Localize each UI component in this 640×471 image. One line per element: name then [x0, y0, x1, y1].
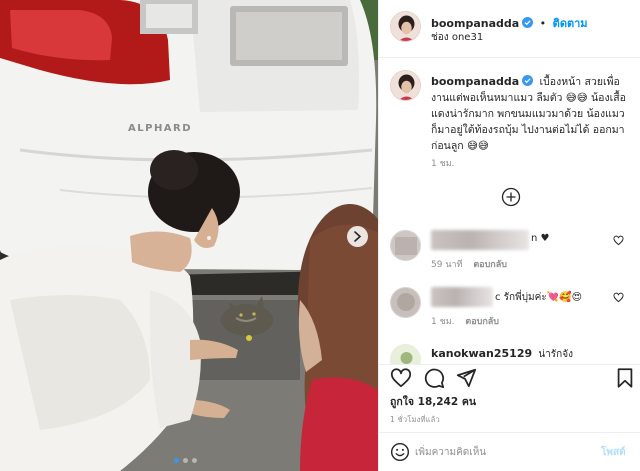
header-separator: • [539, 17, 547, 30]
like-comment-heart-icon[interactable] [613, 292, 624, 303]
carousel-indicator [174, 458, 197, 463]
comments-section: boompanadda เบื้องหน้า สวยเพื่องานแต่พอเ… [379, 58, 640, 364]
comment-time: 1 ชม. [431, 317, 455, 327]
reply-button[interactable]: ตอบกลับ [473, 260, 507, 270]
avatar-image-blurred [391, 231, 420, 260]
avatar[interactable] [390, 287, 421, 318]
comment-body: c รักพี่บุ่มค่ะ💘🥰😍 [495, 292, 583, 303]
comment-item: c รักพี่บุ่มค่ะ💘🥰😍 1 ชม. ตอบกลับ [379, 287, 640, 339]
next-slide-button[interactable] [347, 226, 368, 247]
blurred-username [431, 287, 493, 307]
avatar[interactable] [390, 230, 421, 261]
carousel-dot [183, 458, 188, 463]
emoji-smiley-icon[interactable] [390, 442, 410, 462]
like-heart-icon[interactable] [390, 367, 412, 389]
car-badge-text: ALPHARD [128, 123, 192, 134]
comment-input[interactable] [415, 441, 595, 463]
verified-badge-icon [522, 75, 534, 86]
add-comment-bar: โพสต์ [379, 432, 640, 471]
post-location[interactable]: ช่อง one31 [431, 30, 483, 45]
post-photo: ALPHARD [0, 0, 378, 471]
comment-text: n ♥ [431, 230, 550, 250]
comment-body: n ♥ [531, 233, 550, 244]
comment-body: น่ารักจัง [538, 349, 573, 360]
post-action-bar: ถูกใจ 18,242 คน 1 ชั่วโมงที่แล้ว [379, 364, 640, 432]
comment-username[interactable]: kanokwan25129 [431, 347, 532, 360]
avatar-image [391, 345, 420, 364]
reply-button[interactable]: ตอบกลับ [465, 317, 499, 327]
avatar-image [391, 71, 420, 100]
carousel-dot [192, 458, 197, 463]
post-timestamp: 1 ชั่วโมงที่แล้ว [390, 415, 440, 424]
post-caption: boompanadda เบื้องหน้า สวยเพื่องานแต่พอเ… [431, 74, 629, 154]
comment-text: kanokwan25129 น่ารักจัง [431, 347, 573, 362]
avatar-image-blurred [391, 288, 420, 317]
comment-bubble-icon[interactable] [423, 367, 445, 389]
comment-meta: 1 ชม. ตอบกลับ [431, 314, 499, 328]
post-media[interactable]: ALPHARD [0, 0, 378, 471]
comment-time: 59 นาที [431, 260, 463, 270]
verified-badge-icon [522, 17, 534, 28]
chevron-right-icon [354, 231, 362, 242]
avatar-image [391, 12, 420, 41]
comment-item: kanokwan25129 น่ารักจัง [379, 344, 640, 364]
share-paper-plane-icon[interactable] [455, 367, 477, 389]
comment-item: n ♥ 59 นาที ตอบกลับ [379, 230, 640, 282]
follow-button[interactable]: ติดตาม [553, 17, 588, 30]
avatar[interactable] [390, 11, 421, 42]
likes-count[interactable]: ถูกใจ 18,242 คน [390, 393, 476, 410]
post-comment-button[interactable]: โพสต์ [601, 445, 626, 460]
avatar[interactable] [390, 344, 421, 364]
avatar[interactable] [390, 70, 421, 101]
comment-meta: 59 นาที ตอบกลับ [431, 257, 507, 271]
like-comment-heart-icon[interactable] [613, 235, 624, 246]
caption-time: 1 ชม. [431, 159, 455, 169]
save-bookmark-icon[interactable] [614, 367, 636, 389]
post-side-panel: boompanadda • ติดตาม ช่อง one31 boompana… [378, 0, 640, 471]
carousel-dot [174, 458, 179, 463]
caption-username[interactable]: boompanadda [431, 75, 519, 88]
comment-text: c รักพี่บุ่มค่ะ💘🥰😍 [431, 287, 583, 307]
header-username[interactable]: boompanadda [431, 17, 519, 30]
blurred-username [431, 230, 529, 250]
post-header: boompanadda • ติดตาม ช่อง one31 [379, 0, 640, 58]
load-more-comments-button[interactable] [501, 187, 521, 207]
